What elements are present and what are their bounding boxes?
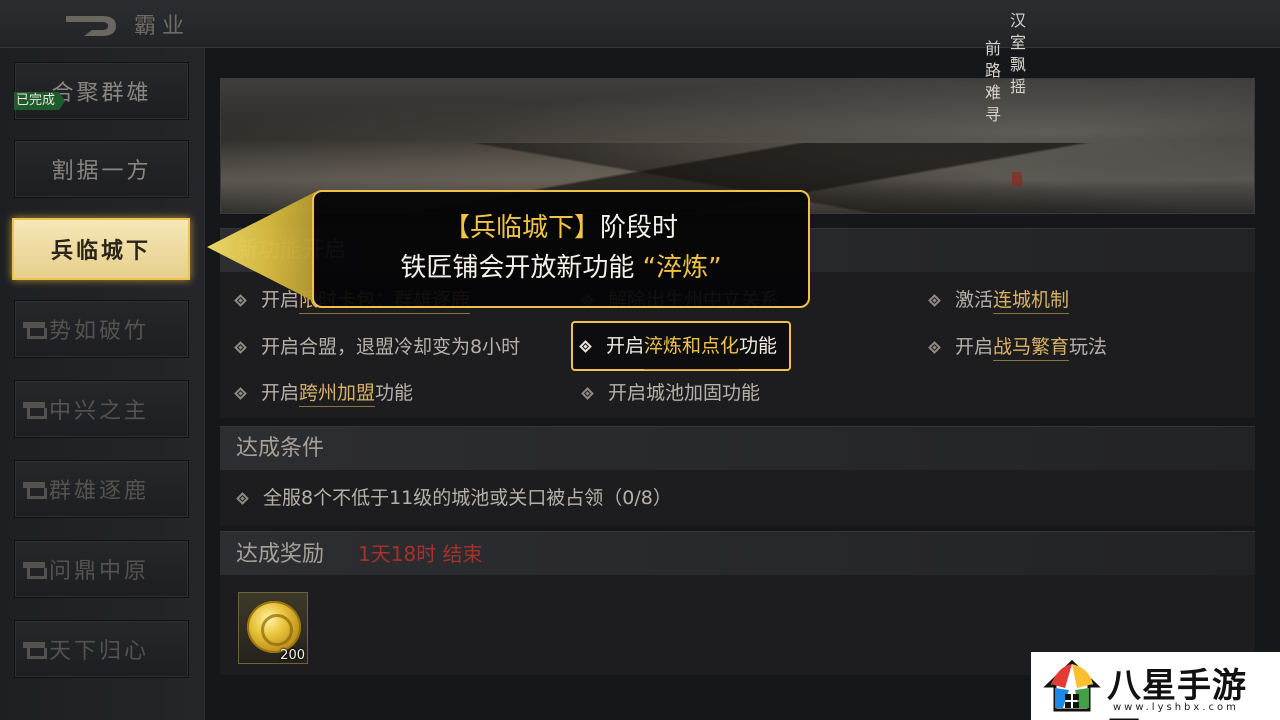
bullet-diamond-icon bbox=[234, 386, 247, 400]
stage-label: 势如破竹 bbox=[49, 319, 150, 344]
seal-stamp-icon bbox=[1012, 172, 1022, 186]
page-title: 霸业 bbox=[134, 14, 191, 39]
site-watermark: 八星手游网 www.lyshbx.com bbox=[1031, 652, 1280, 720]
banner-poem-line2: 前路难寻 bbox=[984, 39, 1001, 124]
tooltip-line1-text: 阶段时 bbox=[600, 213, 679, 243]
rewards-section-header: 达成奖励 1天18时 结束 bbox=[220, 531, 1255, 575]
stage-item-7[interactable]: 问鼎中原 bbox=[14, 540, 189, 598]
feature-suffix: 功能 bbox=[739, 335, 778, 357]
stage-label: 群雄逐鹿 bbox=[49, 479, 150, 504]
bullet-diamond-icon bbox=[928, 340, 941, 354]
reward-item[interactable]: 200 bbox=[238, 592, 308, 664]
feature-item: 开启合盟，退盟冷却变为8小时 bbox=[234, 334, 521, 360]
lock-icon bbox=[23, 642, 47, 659]
feature-prefix: 激活 bbox=[955, 289, 994, 311]
feature-prefix: 开启 bbox=[261, 382, 300, 404]
bullet-diamond-icon bbox=[234, 340, 247, 354]
stage-item-2[interactable]: 割据一方 bbox=[14, 140, 189, 198]
tooltip-line2: 铁匠铺会开放新功能 “淬炼” bbox=[314, 248, 808, 288]
condition-item: 全服8个不低于11级的城池或关口被占领（0/8） bbox=[236, 485, 672, 511]
stage-item-8[interactable]: 天下归心 bbox=[14, 620, 189, 678]
back-arrow-icon[interactable] bbox=[62, 10, 120, 40]
stage-label: 中兴之主 bbox=[49, 399, 150, 424]
stage-item-1[interactable]: 合聚群雄 bbox=[14, 62, 189, 120]
bullet-diamond-icon bbox=[928, 293, 941, 307]
stage-label: 问鼎中原 bbox=[49, 559, 150, 584]
tooltip-line2-text: 铁匠铺会开放新功能 bbox=[400, 253, 635, 283]
watermark-url: www.lyshbx.com bbox=[1113, 702, 1239, 713]
feature-prefix: 开启 bbox=[955, 336, 994, 358]
rewards-section-title: 达成奖励 bbox=[236, 542, 325, 567]
stage-label: 天下归心 bbox=[49, 639, 150, 664]
feature-text: 开启合盟，退盟冷却变为8小时 bbox=[261, 336, 521, 358]
condition-text: 全服8个不低于11级的城池或关口被占领（0/8） bbox=[263, 487, 672, 509]
lock-icon bbox=[23, 402, 47, 419]
stage-item-5[interactable]: 中兴之主 bbox=[14, 380, 189, 438]
feature-link[interactable]: 战马繁育 bbox=[993, 334, 1070, 361]
feature-prefix: 开启 bbox=[606, 335, 645, 357]
site-logo-icon bbox=[1043, 659, 1101, 712]
feature-suffix: 玩法 bbox=[1069, 336, 1108, 358]
reward-timer: 1天18时 结束 bbox=[358, 542, 483, 566]
tooltip-stage-name: 【兵临城下】 bbox=[443, 213, 600, 243]
tooltip-line1: 【兵临城下】阶段时 bbox=[314, 208, 808, 248]
bullet-diamond-icon bbox=[581, 386, 594, 400]
feature-suffix: 功能 bbox=[375, 382, 414, 404]
feature-link[interactable]: 连城机制 bbox=[993, 287, 1070, 314]
top-bar: 霸业 bbox=[0, 0, 1280, 48]
bullet-diamond-icon bbox=[236, 491, 249, 505]
bullet-diamond-icon bbox=[234, 293, 247, 307]
feature-item: 开启 跨州加盟 功能 bbox=[234, 380, 414, 407]
feature-item: 激活 连城机制 bbox=[928, 287, 1070, 314]
lock-icon bbox=[23, 482, 47, 499]
banner-poem-line1: 汉室飘摇 bbox=[1009, 11, 1026, 96]
completed-badge: 已完成 bbox=[14, 92, 66, 110]
bullet-diamond-icon bbox=[579, 339, 592, 353]
feature-item: 开启 战马繁育 玩法 bbox=[928, 334, 1108, 361]
stage-label: 割据一方 bbox=[51, 159, 152, 184]
stage-label: 合聚群雄 bbox=[51, 81, 152, 106]
stage-label: 兵临城下 bbox=[50, 238, 151, 264]
feature-link[interactable]: 淬炼和点化 bbox=[644, 323, 740, 370]
reward-quantity: 200 bbox=[280, 648, 305, 663]
feature-text: 开启城池加固功能 bbox=[608, 382, 761, 404]
stage-item-6[interactable]: 群雄逐鹿 bbox=[14, 460, 189, 518]
stage-item-4[interactable]: 势如破竹 bbox=[14, 300, 189, 358]
feature-link[interactable]: 跨州加盟 bbox=[299, 380, 376, 407]
feature-item-highlighted: 开启 淬炼和点化 功能 bbox=[571, 321, 792, 371]
stage-item-3-active[interactable]: 兵临城下 bbox=[12, 218, 190, 280]
tooltip-feature-name: “淬炼” bbox=[642, 253, 722, 283]
gold-coin-icon bbox=[247, 601, 301, 653]
lock-icon bbox=[23, 322, 47, 339]
lock-icon bbox=[23, 562, 47, 579]
feature-item: 开启城池加固功能 bbox=[581, 380, 761, 406]
tutorial-tooltip: 【兵临城下】阶段时 铁匠铺会开放新功能 “淬炼” bbox=[312, 190, 810, 308]
conditions-section-title: 达成条件 bbox=[220, 426, 1255, 470]
